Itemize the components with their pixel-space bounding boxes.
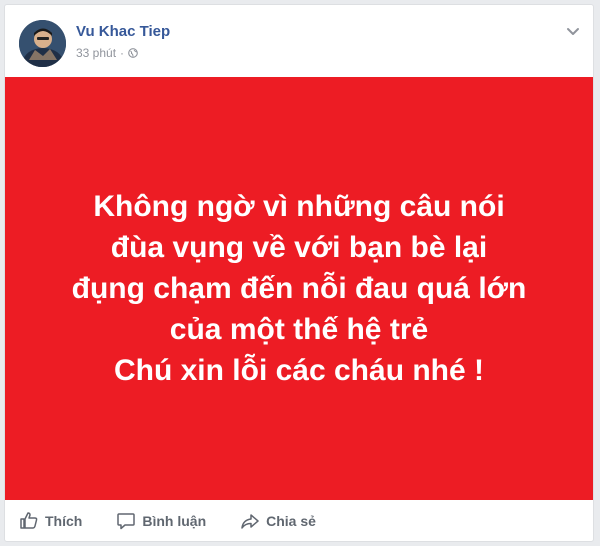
like-label: Thích [45, 513, 83, 529]
comment-icon [117, 513, 136, 530]
share-button[interactable]: Chia sẻ [240, 511, 316, 531]
share-label: Chia sẻ [266, 513, 316, 529]
post-timestamp[interactable]: 33 phút [76, 46, 116, 60]
post-image-text: Không ngờ vì những câu nói đùa vụng về v… [39, 186, 559, 391]
author-name[interactable]: Vu Khac Tiep [76, 23, 170, 40]
comment-button[interactable]: Bình luận [116, 511, 206, 531]
meta-separator: · [120, 46, 125, 60]
chevron-down-icon[interactable] [565, 23, 581, 39]
globe-icon [128, 48, 138, 58]
thumbs-up-icon [20, 512, 38, 529]
post-header: Vu Khac Tiep 33 phút · [5, 5, 593, 77]
comment-label: Bình luận [142, 513, 207, 529]
post-text-line: đụng chạm đến nỗi đau quá lớn [71, 272, 527, 305]
post-image[interactable]: Không ngờ vì những câu nói đùa vụng về v… [5, 77, 593, 500]
avatar[interactable] [19, 20, 66, 67]
post-actions: Thích Bình luận Chia sẻ [5, 501, 593, 541]
post-meta: 33 phút · [76, 46, 138, 60]
post-text-line: Chú xin lỗi các cháu nhé ! [113, 354, 485, 387]
post-text-line: đùa vụng về với bạn bè lại [110, 231, 488, 264]
post-card: Vu Khac Tiep 33 phút · Không ngờ vì nhữn… [4, 4, 594, 542]
share-icon [241, 514, 259, 529]
post-text-line: của một thế hệ trẻ [169, 313, 429, 346]
post-text-line: Không ngờ vì những câu nói [93, 190, 505, 223]
like-button[interactable]: Thích [19, 511, 82, 531]
